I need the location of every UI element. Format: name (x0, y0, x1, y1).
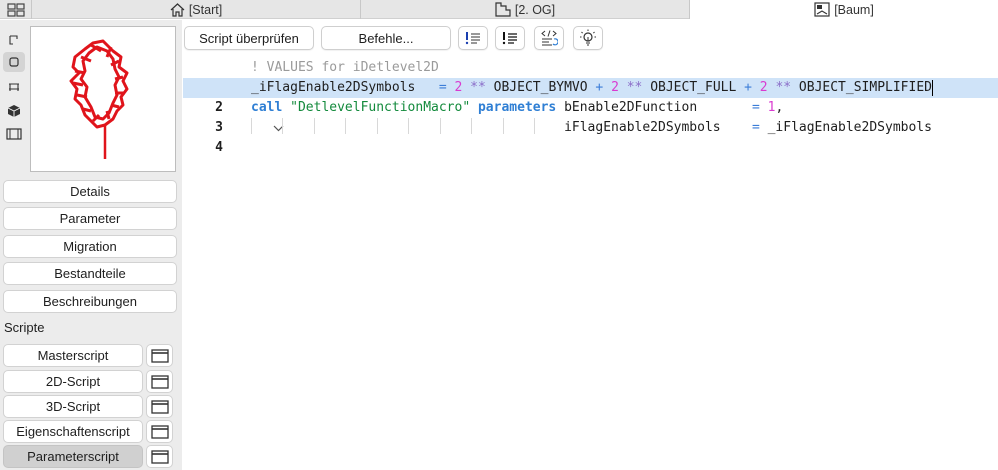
floorplan-icon (495, 2, 511, 17)
object-editor-sidebar: Details Parameter Migration Bestandteile… (0, 20, 182, 470)
error-list-icon[interactable] (495, 26, 525, 50)
film-strip-icon[interactable] (3, 124, 25, 144)
3d-script-button[interactable]: 3D-Script (3, 395, 143, 418)
parameterscript-button[interactable]: Parameterscript (3, 445, 143, 468)
parameter-button[interactable]: Parameter (3, 207, 177, 230)
beschreibungen-button[interactable]: Beschreibungen (3, 290, 177, 313)
code-line-highlighted: 2 _iFlagEnable2DSymbols = 2 ** OBJECT_BY… (183, 78, 998, 115)
tree-symbol-preview (69, 39, 129, 159)
open-window-icon[interactable] (146, 370, 173, 393)
2d-script-button[interactable]: 2D-Script (3, 370, 143, 393)
cube-3d-icon[interactable] (3, 101, 25, 121)
tab-start[interactable]: [Start] (32, 0, 361, 19)
stair-tool-icon[interactable] (3, 77, 25, 97)
migration-button[interactable]: Migration (3, 235, 177, 258)
commands-button[interactable]: Befehle... (321, 26, 451, 50)
home-icon (170, 2, 185, 17)
open-window-icon[interactable] (146, 344, 173, 367)
light-bulb-icon[interactable] (573, 26, 603, 50)
code-line: 3 call "DetlevelFunctionMacro" parameter… (183, 98, 998, 135)
line-number: 4 (215, 140, 223, 155)
bestandteile-button[interactable]: Bestandteile (3, 262, 177, 285)
select-tool-icon[interactable] (3, 30, 25, 50)
code-text: call "DetlevelFunctionMacro" parameters … (251, 100, 784, 115)
tab-label: [2. OG] (514, 2, 556, 17)
tab-label: [Baum] (834, 2, 874, 17)
object-preview (30, 26, 176, 172)
code-format-icon[interactable] (534, 26, 564, 50)
code-line: 4 iFlagEnable2DSymbols = _iFlagEnable2DS… (183, 118, 998, 155)
code-text: iFlagEnable2DSymbols = _iFlagEnable2DSym… (564, 120, 932, 135)
grid-view-icon[interactable] (0, 0, 32, 19)
check-script-button[interactable]: Script überprüfen (184, 26, 314, 50)
tab-2-og[interactable]: [2. OG] (361, 0, 690, 19)
tree-object-icon (814, 2, 830, 17)
text-cursor (931, 79, 933, 96)
document-tab-bar: [Start] [2. OG] [Baum] (0, 0, 998, 19)
warning-list-icon[interactable] (458, 26, 488, 50)
eigenschaftenscript-button[interactable]: Eigenschaftenscript (3, 420, 143, 443)
masterscript-button[interactable]: Masterscript (3, 344, 143, 367)
open-window-icon[interactable] (146, 420, 173, 443)
tab-baum[interactable]: [Baum] (690, 0, 998, 19)
code-text: _iFlagEnable2DSymbols = 2 ** OBJECT_BYMV… (251, 79, 933, 96)
open-window-icon[interactable] (146, 445, 173, 468)
rectangle-tool-icon[interactable] (3, 52, 25, 72)
scripts-heading: Scripte (4, 320, 45, 335)
details-button[interactable]: Details (3, 180, 177, 203)
tab-label: [Start] (188, 2, 223, 17)
comment-text: ! VALUES for iDetlevel2D (251, 60, 439, 75)
open-window-icon[interactable] (146, 395, 173, 418)
code-line: 1 ! VALUES for iDetlevel2D (183, 58, 998, 95)
script-toolbar: Script überprüfen Befehle... (183, 20, 998, 56)
code-editor[interactable]: 1 ! VALUES for iDetlevel2D 2 _iFlagEnabl… (183, 56, 998, 470)
